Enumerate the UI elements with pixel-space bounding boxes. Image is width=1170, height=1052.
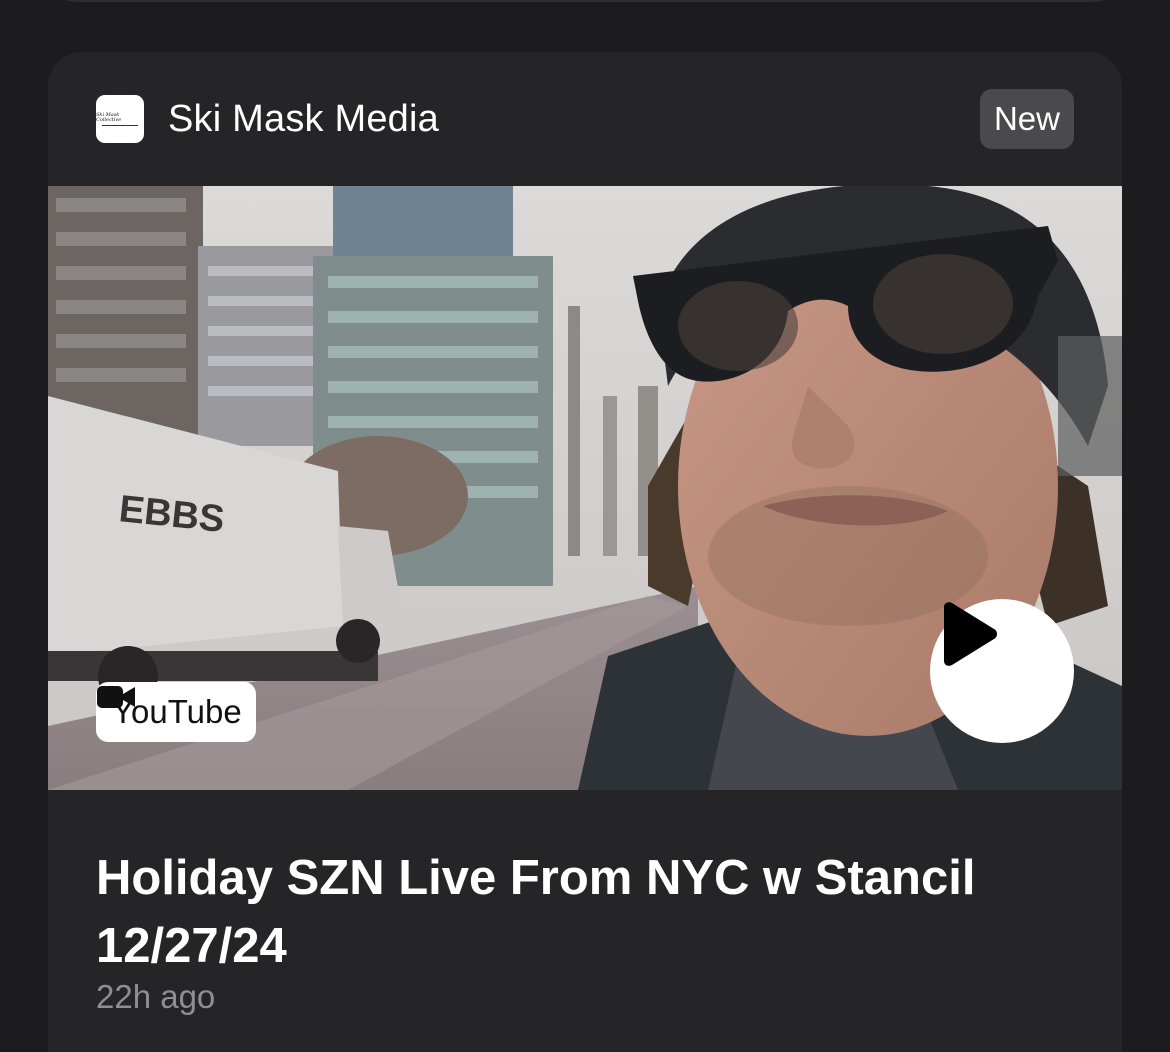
video-thumbnail[interactable]: EBBS YouTube [48, 186, 1122, 790]
source-name[interactable]: Ski Mask Media [168, 98, 439, 140]
play-button[interactable] [930, 599, 1074, 743]
source-logo: Ski Mask Collective [96, 95, 144, 143]
source-logo-rule [102, 124, 138, 126]
video-camera-icon [97, 686, 135, 708]
timestamp: 22h ago [96, 978, 216, 1015]
youtube-badge: YouTube [96, 682, 256, 742]
news-card[interactable]: Ski Mask Collective Ski Mask Media New E… [48, 52, 1122, 1052]
card-title[interactable]: Holiday SZN Live From NYC w Stancil 12/2… [96, 844, 1056, 980]
source-logo-text: Ski Mask Collective [96, 111, 122, 123]
previous-card-edge [48, 0, 1122, 2]
new-badge: New [979, 89, 1074, 149]
play-icon [944, 602, 997, 666]
card-header: Ski Mask Collective Ski Mask Media New [48, 52, 1122, 186]
